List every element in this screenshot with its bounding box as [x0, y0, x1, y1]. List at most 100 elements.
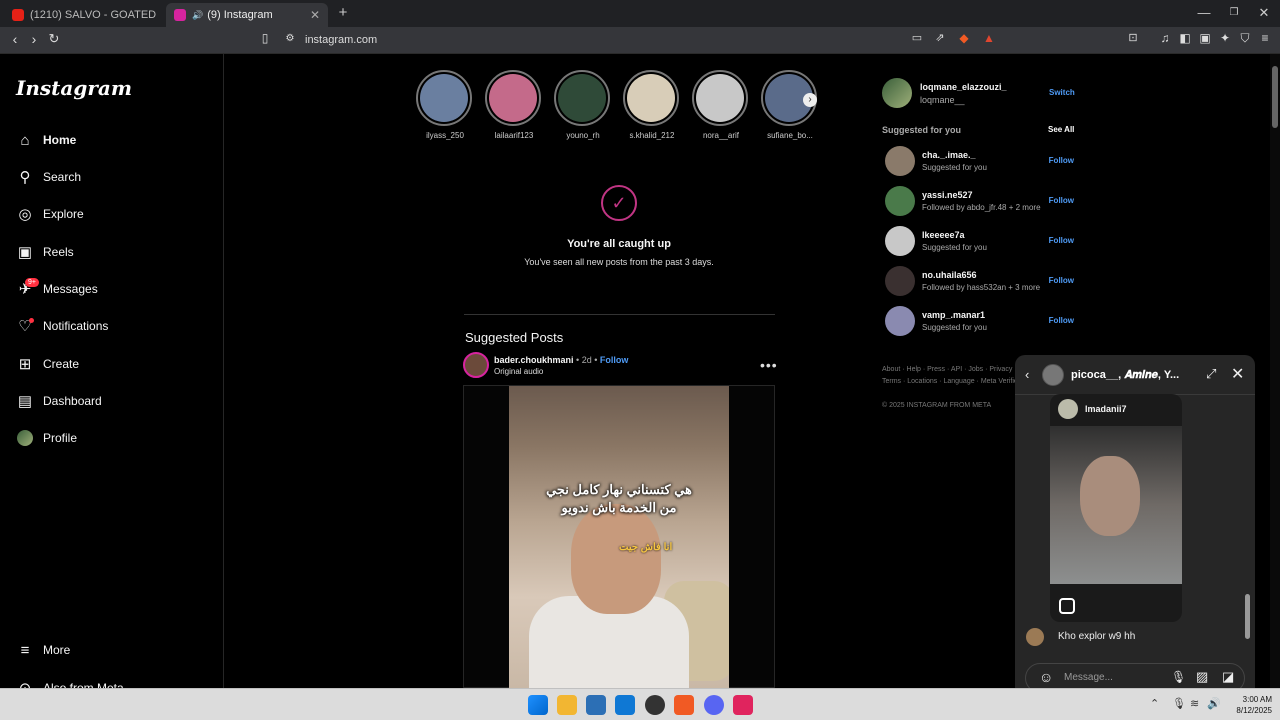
brave-icon[interactable] — [674, 695, 694, 715]
sidebar-item-more[interactable]: ≡ More — [16, 638, 71, 662]
more-options-icon[interactable]: ••• — [760, 357, 778, 373]
microphone-tray-icon[interactable]: 🎙 — [1172, 697, 1186, 710]
see-all-link[interactable]: See All — [1048, 125, 1074, 134]
share-icon[interactable]: ⇗ — [931, 31, 949, 44]
site-info-icon[interactable]: ⚙ — [281, 33, 299, 44]
scrollbar-thumb[interactable] — [1245, 594, 1250, 639]
media-icon[interactable]: ♫ — [1156, 31, 1174, 45]
my-avatar[interactable] — [882, 78, 912, 108]
story-item[interactable]: ilyass_250 — [416, 70, 474, 140]
reload-icon[interactable]: ↻ — [45, 31, 63, 47]
story-item[interactable]: youno_rh — [554, 70, 612, 140]
store-icon[interactable] — [586, 695, 606, 715]
switch-account-link[interactable]: Switch — [1049, 88, 1075, 97]
wifi-icon[interactable]: ≋ — [1190, 697, 1199, 710]
wallet-icon[interactable]: ▣ — [1196, 31, 1214, 45]
story-item[interactable]: s.khalid_212 — [623, 70, 681, 140]
address-bar[interactable]: instagram.com — [305, 34, 377, 46]
suggestion-username[interactable]: vamp_.manar1 — [922, 310, 985, 320]
chat-title[interactable]: picoca__, 𝑨𝒎𝒊𝒏𝒆, Y... — [1071, 369, 1179, 382]
page-scrollbar[interactable] — [1270, 54, 1280, 688]
scrollbar-thumb[interactable] — [1272, 66, 1278, 128]
instagram-logo[interactable]: Instagram — [16, 76, 132, 100]
story-item[interactable]: nora__arif — [692, 70, 750, 140]
app-icon[interactable] — [733, 695, 753, 715]
sidebar-item-home[interactable]: ⌂ Home — [16, 128, 76, 152]
close-icon[interactable]: ✕ — [1231, 364, 1244, 384]
sidebar-item-label: Profile — [43, 431, 78, 445]
message-input[interactable]: ☺ Message... 🎙 ▨ ◪ — [1025, 663, 1245, 688]
sticker-icon[interactable]: ◪ — [1222, 669, 1234, 685]
suggestion-username[interactable]: lkeeeee7a — [922, 230, 965, 240]
tab-instagram[interactable]: 🔊 (9) Instagram ✕ — [166, 3, 328, 27]
post-author-avatar[interactable] — [463, 352, 489, 378]
post-audio-link[interactable]: Original audio — [494, 367, 543, 376]
clock[interactable]: 3:00 AM 8/12/2025 — [1226, 694, 1272, 716]
brave-shield-icon[interactable]: ◆ — [955, 31, 973, 45]
file-explorer-icon[interactable] — [557, 695, 577, 715]
post-follow-button[interactable]: Follow — [600, 355, 629, 365]
suggestion-username[interactable]: no.uhaila656 — [922, 270, 977, 280]
sidebar-item-search[interactable]: ⚲ Search — [16, 165, 82, 189]
follow-button[interactable]: Follow — [1049, 196, 1074, 205]
brave-rewards-icon[interactable]: ▲ — [980, 31, 998, 45]
follow-button[interactable]: Follow — [1049, 276, 1074, 285]
maximize-button[interactable]: ❐ — [1224, 7, 1244, 18]
suggested-posts-heading: Suggested Posts — [465, 330, 564, 345]
suggestion-avatar[interactable] — [885, 146, 915, 176]
emoji-icon[interactable]: ☺ — [1039, 669, 1053, 685]
new-tab-button[interactable]: + — [333, 4, 353, 21]
discord-icon[interactable] — [704, 695, 724, 715]
volume-icon[interactable]: 🔊 — [1207, 697, 1221, 710]
sidebar-item-reels[interactable]: ▣ Reels — [16, 240, 74, 264]
follow-button[interactable]: Follow — [1049, 156, 1074, 165]
caught-up-subtitle: You've seen all new posts from the past … — [524, 257, 714, 267]
tray-chevron-icon[interactable]: ⌃ — [1150, 697, 1159, 710]
suggestion-avatar[interactable] — [885, 226, 915, 256]
sidebar-item-dashboard[interactable]: ▤ Dashboard — [16, 389, 102, 413]
suggestion-avatar[interactable] — [885, 266, 915, 296]
suggestion-avatar[interactable] — [885, 186, 915, 216]
shared-reel[interactable]: lmadanii7 — [1050, 394, 1182, 622]
my-username[interactable]: loqmane_elazzouzi_ — [920, 82, 1007, 92]
home-icon: ⌂ — [20, 131, 30, 149]
sidebar-item-profile[interactable]: Profile — [16, 426, 77, 450]
footer-links[interactable]: About · Help · Press · API · Jobs · Priv… — [882, 364, 1022, 388]
back-icon[interactable]: ‹ — [6, 31, 24, 47]
suggestion-username[interactable]: yassi.ne527 — [922, 190, 973, 200]
cast-icon[interactable]: ▭ — [908, 31, 926, 44]
story-username: sufiane_bo... — [767, 131, 813, 140]
back-icon[interactable]: ‹ — [1025, 367, 1029, 382]
forward-icon[interactable]: › — [25, 31, 43, 47]
microphone-icon[interactable]: 🎙 — [1171, 670, 1186, 684]
follow-button[interactable]: Follow — [1049, 316, 1074, 325]
post-video[interactable]: هي كتسناني نهار كامل نجي من الخدمة باش ن… — [509, 386, 729, 688]
expand-icon[interactable]: ⤢ — [1206, 366, 1216, 382]
story-item[interactable]: lailaarif123 — [485, 70, 543, 140]
screenshot-icon[interactable]: ⊡ — [1124, 31, 1142, 44]
story-username: youno_rh — [566, 131, 600, 140]
suggestion-avatar[interactable] — [885, 306, 915, 336]
outlook-icon[interactable] — [615, 695, 635, 715]
group-avatar — [1042, 364, 1064, 386]
image-icon[interactable]: ▨ — [1196, 669, 1208, 685]
follow-button[interactable]: Follow — [1049, 236, 1074, 245]
windows-taskbar: ⌃ 🎙 ≋ 🔊 3:00 AM 8/12/2025 — [0, 688, 1280, 720]
suggestion-username[interactable]: cha._.imae._ — [922, 150, 976, 160]
vpn-icon[interactable]: ⛉ — [1236, 31, 1254, 46]
post-author-username[interactable]: bader.choukhmani — [494, 355, 574, 365]
stories-next-button[interactable]: › — [803, 93, 817, 107]
sidebar-toggle-icon[interactable]: ◧ — [1176, 31, 1194, 45]
minimize-button[interactable]: — — [1194, 5, 1214, 20]
app-icon[interactable] — [645, 695, 665, 715]
sidebar-item-explore[interactable]: ◎ Explore — [16, 202, 83, 226]
close-tab-icon[interactable]: ✕ — [310, 8, 320, 22]
chat-scrollbar[interactable] — [1245, 399, 1250, 649]
close-window-button[interactable]: ✕ — [1254, 5, 1274, 21]
tab-youtube[interactable]: (1210) SALVO - GOATED (MIX BY ART — [4, 3, 164, 27]
sidebar-item-create[interactable]: ⊞ Create — [16, 352, 79, 376]
windows-start-icon[interactable] — [528, 695, 548, 715]
bookmark-icon[interactable]: ▯ — [256, 31, 274, 45]
leo-ai-icon[interactable]: ✦ — [1216, 31, 1234, 45]
menu-icon[interactable]: ≡ — [1256, 31, 1274, 45]
